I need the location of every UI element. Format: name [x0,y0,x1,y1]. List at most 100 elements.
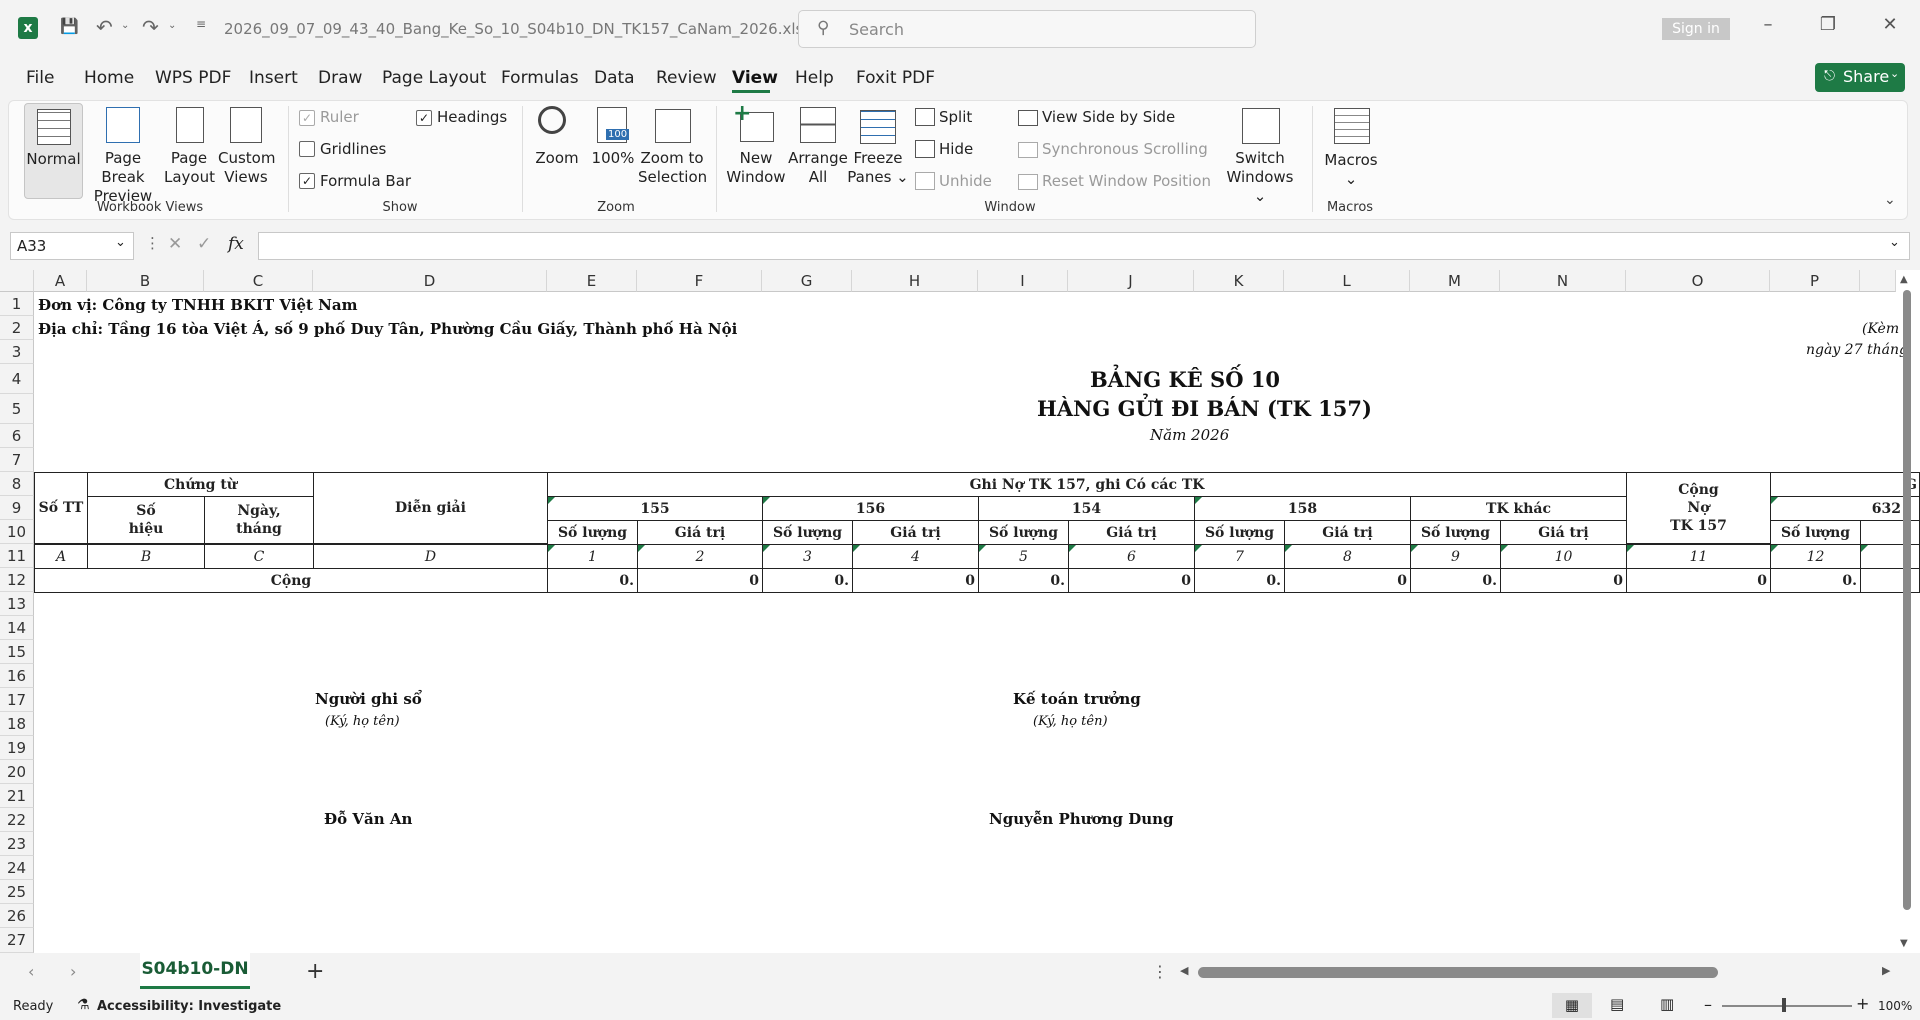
row-header[interactable]: 25 [0,880,34,904]
sign-in-button[interactable]: Sign in [1662,18,1730,40]
column-header[interactable]: P [1770,270,1860,292]
index-cell[interactable]: 5 [978,544,1069,569]
total-cell[interactable]: 0. [547,568,638,593]
row-header[interactable]: 26 [0,904,34,928]
header-gia-tri[interactable]: Giá trị [1284,520,1411,545]
zoom-slider[interactable] [1722,1005,1852,1007]
index-cell[interactable]: 1 [547,544,638,569]
column-header[interactable]: A [34,270,87,292]
scroll-left-icon[interactable]: ◀ [1180,964,1188,977]
row-header[interactable]: 17 [0,688,34,712]
view-side-by-side-button[interactable]: View Side by Side [1042,108,1175,126]
column-header[interactable]: I [978,270,1068,292]
header-chung-tu[interactable]: Chứng từ [87,472,314,497]
undo-icon[interactable]: ↶ [96,15,113,39]
header-gia-tri[interactable]: Giá trị [852,520,979,545]
index-cell[interactable]: 3 [762,544,853,569]
close-icon[interactable]: ✕ [1870,14,1910,35]
header-632[interactable]: 632 [1770,496,1920,521]
column-header[interactable]: H [852,270,978,292]
header-ngay-thang[interactable]: Ngày, tháng [204,496,314,544]
menu-foxit-pdf[interactable]: Foxit PDF [856,68,935,88]
header-ghi-no[interactable]: Ghi Nợ TK 157, ghi Có các TK [547,472,1627,497]
switch-windows-label[interactable]: Switch Windows ⌄ [1220,149,1300,206]
row-header[interactable]: 18 [0,712,34,736]
zoom-out-icon[interactable]: – [1704,995,1712,1014]
header-so-luong[interactable]: Số lượng [978,520,1069,545]
row-header[interactable]: 11 [0,544,34,568]
row-header[interactable]: 7 [0,448,34,472]
total-cell[interactable]: 0 [1626,568,1771,593]
index-cell[interactable]: 2 [637,544,763,569]
menu-insert[interactable]: Insert [249,68,298,88]
total-cell[interactable]: 0 [852,568,979,593]
index-cell[interactable]: 10 [1500,544,1627,569]
row-header[interactable]: 9 [0,496,34,520]
next-sheet-icon[interactable]: › [70,962,76,981]
customize-toolbar-icon[interactable]: ≡ [196,17,206,31]
row-header[interactable]: 4 [0,364,34,394]
column-header[interactable]: G [762,270,852,292]
normal-view-button[interactable]: Normal [24,103,83,199]
header-dien-giai[interactable]: Diễn giải [313,472,548,544]
cancel-formula-icon[interactable]: ✕ [168,234,182,254]
split-button[interactable]: Split [939,108,972,126]
row-header[interactable]: 15 [0,640,34,664]
menu-formulas[interactable]: Formulas [501,68,579,88]
signature-left-sub[interactable]: (Ký, họ tên) [325,714,400,729]
page-break-status-icon[interactable]: ▥ [1660,995,1674,1013]
header-155[interactable]: 155 [547,496,763,521]
add-sheet-button[interactable]: + [306,959,324,984]
page-layout-label[interactable]: Page Layout [164,149,215,187]
scroll-down-icon[interactable]: ▼ [1900,938,1908,949]
date-note[interactable]: ngày 27 tháng [1806,342,1908,358]
menu-review[interactable]: Review [656,68,717,88]
macros-label[interactable]: Macros ⌄ [1320,151,1382,189]
minimize-icon[interactable]: – [1748,14,1788,35]
header-g[interactable]: G [1770,472,1920,497]
zoom-to-selection-label[interactable]: Zoom to Selection [638,149,707,187]
scroll-right-icon[interactable]: ▶ [1882,964,1890,977]
vertical-scrollbar[interactable] [1903,290,1911,910]
formula-bar-checkbox[interactable]: ✓ [299,173,315,189]
index-cell[interactable]: 12 [1770,544,1861,569]
row-header[interactable]: 21 [0,784,34,808]
normal-view-status-icon[interactable]: ▦ [1552,993,1592,1018]
column-header[interactable] [1860,270,1896,292]
total-cell[interactable]: 0. [978,568,1069,593]
column-header[interactable]: M [1410,270,1500,292]
menu-page-layout[interactable]: Page Layout [382,68,486,88]
header-gia-tri[interactable]: Giá trị [637,520,763,545]
column-header[interactable]: N [1500,270,1626,292]
header-gia-tri[interactable]: Giá trị [1500,520,1627,545]
index-cell[interactable]: C [204,544,314,569]
header-158[interactable]: 158 [1194,496,1411,521]
new-window-label[interactable]: New Window [720,149,792,187]
collapse-ribbon-icon[interactable]: ⌄ [1884,192,1896,208]
column-header[interactable]: D [313,270,547,292]
total-cell[interactable]: 0 [1500,568,1627,593]
confirm-formula-icon[interactable]: ✓ [197,234,211,254]
signature-right-name[interactable]: Nguyễn Phương Dung [989,810,1174,828]
total-cell[interactable]: 0. [1770,568,1861,593]
headings-checkbox[interactable]: ✓ [416,110,432,126]
redo-icon[interactable]: ↷ [142,15,159,39]
report-title[interactable]: BẢNG KÊ SỐ 10 [1090,367,1280,392]
formula-input[interactable]: ⌄ [258,232,1910,260]
zoom-slider-thumb[interactable] [1782,998,1786,1012]
header-tk-khac[interactable]: TK khác [1410,496,1627,521]
row-header[interactable]: 27 [0,928,34,953]
row-header[interactable]: 16 [0,664,34,688]
row-header[interactable]: 24 [0,856,34,880]
index-cell[interactable]: 11 [1626,544,1771,569]
row-header[interactable]: 20 [0,760,34,784]
zoom-in-icon[interactable]: + [1856,994,1869,1013]
prev-sheet-icon[interactable]: ‹ [28,962,34,981]
header-so-luong[interactable]: Số lượng [547,520,638,545]
share-button[interactable]: ⎋ Share ⌄ [1815,63,1905,92]
header-gia-tri-clipped[interactable] [1860,520,1920,545]
redo-dropdown-icon[interactable]: ⌄ [168,20,176,31]
row-header[interactable]: 14 [0,616,34,640]
header-so-luong[interactable]: Số lượng [1770,520,1861,545]
column-header[interactable]: K [1194,270,1284,292]
